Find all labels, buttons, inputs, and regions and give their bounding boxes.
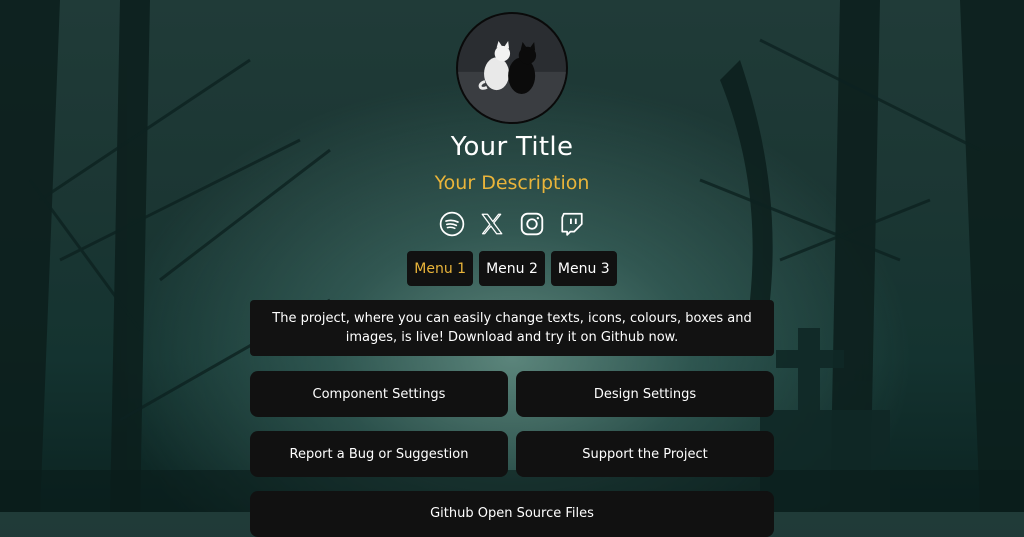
info-text: The project, where you can easily change…	[272, 311, 752, 345]
menu-bar: Menu 1 Menu 2 Menu 3	[0, 251, 1024, 286]
menu-3-button[interactable]: Menu 3	[550, 251, 617, 286]
twitch-icon	[561, 212, 583, 236]
info-box: The project, where you can easily change…	[250, 300, 774, 356]
page-title: Your Title	[450, 132, 574, 162]
twitch-link[interactable]	[556, 208, 588, 240]
x-icon	[481, 213, 503, 235]
menu-2-button[interactable]: Menu 2	[479, 251, 545, 286]
report-bug-label: Report a Bug or Suggestion	[289, 446, 469, 462]
spotify-icon	[439, 211, 465, 237]
github-files-label: Github Open Source Files	[430, 506, 594, 521]
page-description: Your Description	[434, 172, 590, 194]
support-project-label: Support the Project	[582, 446, 708, 462]
component-settings-label: Component Settings	[312, 386, 446, 402]
spotify-link[interactable]	[436, 208, 468, 240]
x-link[interactable]	[476, 208, 508, 240]
avatar	[456, 12, 568, 124]
report-bug-button[interactable]: Report a Bug or Suggestion	[250, 431, 508, 477]
design-settings-label: Design Settings	[593, 386, 697, 402]
design-settings-button[interactable]: Design Settings	[516, 371, 774, 417]
component-settings-button[interactable]: Component Settings	[250, 371, 508, 417]
cats-image	[458, 14, 566, 122]
github-files-button[interactable]: Github Open Source Files	[250, 491, 774, 537]
instagram-icon	[520, 212, 544, 236]
social-links	[436, 208, 588, 242]
support-project-button[interactable]: Support the Project	[516, 431, 774, 477]
menu-1-button[interactable]: Menu 1	[407, 251, 474, 286]
instagram-link[interactable]	[516, 208, 548, 240]
